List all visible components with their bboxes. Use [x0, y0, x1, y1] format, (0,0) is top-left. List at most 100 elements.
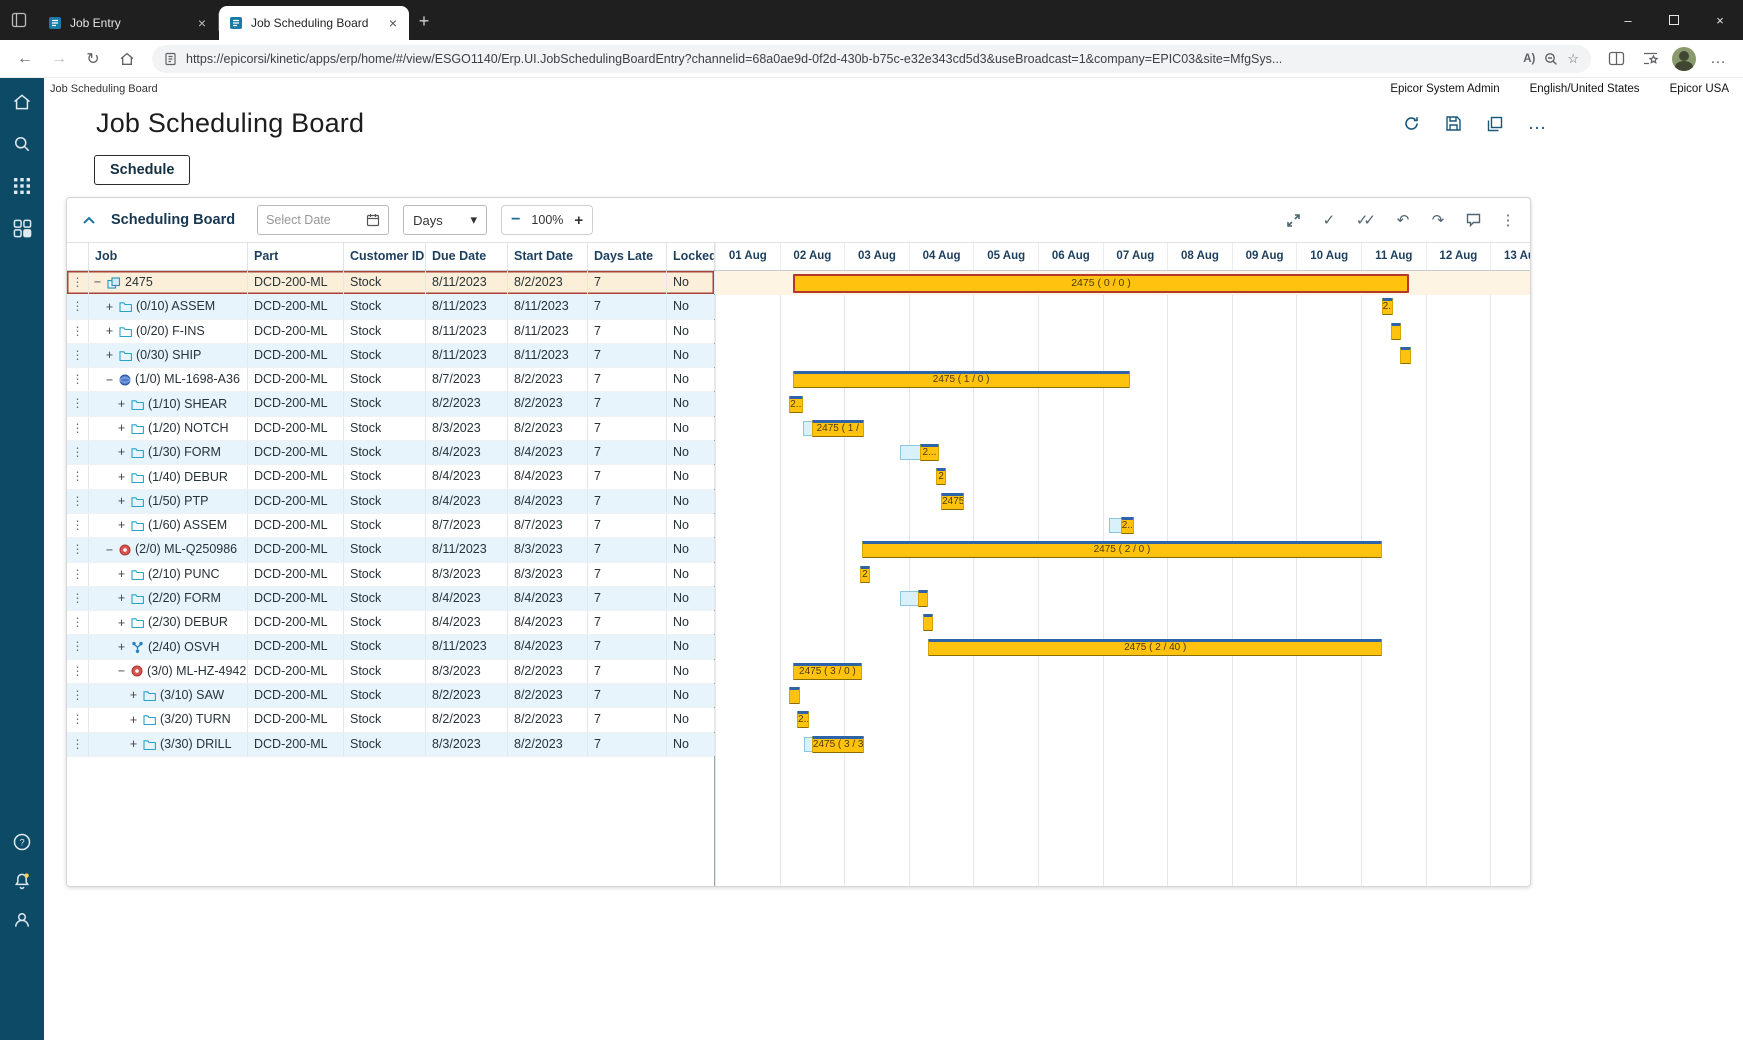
accept-all-changes-icon[interactable]: ✓✓	[1356, 211, 1376, 229]
gantt-bar[interactable]: 2...	[789, 396, 803, 413]
gantt-bar[interactable]	[1391, 323, 1401, 340]
table-row[interactable]: ⋮−(3/0) ML-HZ-4942DCD-200-MLStock8/3/202…	[67, 660, 714, 684]
zoom-out-button[interactable]: −	[511, 211, 520, 229]
expand-toggle[interactable]: +	[104, 301, 115, 314]
row-menu-icon[interactable]: ⋮	[67, 441, 89, 464]
row-menu-icon[interactable]: ⋮	[67, 563, 89, 586]
maximize-button[interactable]	[1651, 0, 1697, 40]
zoom-page-icon[interactable]	[1544, 52, 1558, 66]
browser-tab-job-entry[interactable]: Job Entry ×	[38, 8, 218, 38]
read-aloud-icon[interactable]: A)	[1523, 53, 1535, 65]
overflow-menu-icon[interactable]: …	[1527, 114, 1547, 134]
browser-home-icon[interactable]	[112, 44, 142, 74]
table-row[interactable]: ⋮+(1/10) SHEARDCD-200-MLStock8/2/20238/2…	[67, 392, 714, 416]
expand-toggle[interactable]: +	[104, 325, 115, 338]
gantt-bar[interactable]: 2...	[797, 711, 809, 728]
tab-close-icon[interactable]: ×	[196, 15, 208, 31]
expand-toggle[interactable]: +	[116, 495, 127, 508]
expand-toggle[interactable]: +	[116, 422, 127, 435]
table-row[interactable]: ⋮+(3/20) TURNDCD-200-MLStock8/2/20238/2/…	[67, 708, 714, 732]
col-header-days-late[interactable]: Days Late	[588, 243, 667, 270]
schedule-block[interactable]	[900, 445, 921, 460]
table-row[interactable]: ⋮+(2/30) DEBURDCD-200-MLStock8/4/20238/4…	[67, 611, 714, 635]
gantt-bar[interactable]	[1400, 347, 1412, 364]
back-icon[interactable]: ←	[10, 44, 40, 74]
row-menu-icon[interactable]: ⋮	[67, 320, 89, 343]
col-header-start-date[interactable]: Start Date	[508, 243, 588, 270]
row-menu-icon[interactable]: ⋮	[67, 660, 89, 683]
collapse-toggle[interactable]: −	[104, 544, 115, 557]
expand-toggle[interactable]: +	[116, 641, 127, 654]
select-date-input[interactable]: Select Date	[257, 205, 389, 235]
gantt-bar[interactable]: 2475 ( 2 / 0 )	[862, 541, 1383, 558]
redo-icon[interactable]: ↷	[1430, 211, 1446, 229]
gantt-bar[interactable]: 2475 ( 3 / 30	[812, 736, 864, 753]
tab-close-icon[interactable]: ×	[387, 15, 399, 31]
language-selector[interactable]: English/United States	[1530, 83, 1640, 95]
row-menu-icon[interactable]: ⋮	[67, 611, 89, 634]
expand-toggle[interactable]: +	[116, 617, 127, 630]
table-row[interactable]: ⋮+(1/60) ASSEMDCD-200-MLStock8/7/20238/7…	[67, 514, 714, 538]
table-row[interactable]: ⋮+(1/30) FORMDCD-200-MLStock8/4/20238/4/…	[67, 441, 714, 465]
gantt-bar[interactable]: 2	[860, 566, 870, 583]
favorite-star-icon[interactable]: ☆	[1567, 51, 1579, 67]
col-header-due-date[interactable]: Due Date	[426, 243, 508, 270]
collapse-toggle[interactable]: −	[104, 374, 115, 387]
sidebar-help-icon[interactable]: ?	[10, 830, 34, 854]
expand-toggle[interactable]: +	[116, 519, 127, 532]
forward-icon[interactable]: →	[44, 44, 74, 74]
expand-toggle[interactable]: +	[128, 689, 139, 702]
expand-icon[interactable]	[1286, 211, 1302, 229]
schedule-button[interactable]: Schedule	[94, 155, 190, 185]
gantt-bar[interactable]: 2475 ( 1 /	[812, 420, 864, 437]
panel-overflow-icon[interactable]: ⋮	[1500, 211, 1516, 229]
site-info-icon[interactable]	[164, 52, 177, 66]
layouts-icon[interactable]	[1485, 114, 1505, 134]
row-menu-icon[interactable]: ⋮	[67, 733, 89, 756]
company-selector[interactable]: Epicor USA	[1670, 83, 1729, 95]
col-header-customer-id[interactable]: Customer ID	[344, 243, 426, 270]
gantt-bar[interactable]: 2...	[920, 444, 938, 461]
address-bar[interactable]: https://epicorsi/kinetic/apps/erp/home/#…	[152, 45, 1591, 73]
comment-icon[interactable]	[1465, 211, 1481, 229]
interval-select[interactable]: Days ▾	[403, 205, 487, 235]
refresh-icon[interactable]	[1401, 114, 1421, 134]
tab-actions-button[interactable]	[0, 0, 38, 40]
accept-change-icon[interactable]: ✓	[1321, 211, 1337, 229]
table-row[interactable]: ⋮−2475DCD-200-MLStock8/11/20238/2/20237N…	[67, 271, 714, 295]
gantt-bar[interactable]: 2...	[1382, 298, 1394, 315]
collapse-chevron-icon[interactable]	[81, 211, 97, 229]
expand-toggle[interactable]: +	[116, 568, 127, 581]
gantt-bar[interactable]: 2...	[1121, 517, 1134, 534]
expand-toggle[interactable]: +	[116, 398, 127, 411]
undo-icon[interactable]: ↶	[1395, 211, 1411, 229]
col-header-part[interactable]: Part	[248, 243, 344, 270]
url-text[interactable]: https://epicorsi/kinetic/apps/erp/home/#…	[186, 52, 1514, 66]
expand-toggle[interactable]: +	[128, 738, 139, 751]
row-menu-icon[interactable]: ⋮	[67, 538, 89, 561]
expand-toggle[interactable]: +	[116, 471, 127, 484]
save-icon[interactable]	[1443, 114, 1463, 134]
collapse-toggle[interactable]: −	[116, 665, 127, 678]
expand-toggle[interactable]: +	[116, 592, 127, 605]
table-row[interactable]: ⋮+(3/10) SAWDCD-200-MLStock8/2/20238/2/2…	[67, 684, 714, 708]
sidebar-search-icon[interactable]	[10, 132, 34, 156]
zoom-in-button[interactable]: +	[574, 212, 583, 229]
row-menu-icon[interactable]: ⋮	[67, 344, 89, 367]
gantt-bar[interactable]: 2	[936, 468, 946, 485]
minimize-button[interactable]: –	[1605, 0, 1651, 40]
expand-toggle[interactable]: +	[128, 714, 139, 727]
expand-toggle[interactable]: +	[104, 349, 115, 362]
gantt-bar[interactable]	[789, 687, 799, 704]
row-menu-icon[interactable]: ⋮	[67, 514, 89, 537]
current-user[interactable]: Epicor System Admin	[1390, 83, 1499, 95]
gantt-bar[interactable]: 2475 ( 3 / 0 )	[793, 663, 863, 680]
table-row[interactable]: ⋮+(2/10) PUNCDCD-200-MLStock8/3/20238/3/…	[67, 563, 714, 587]
expand-toggle[interactable]: +	[116, 446, 127, 459]
table-row[interactable]: ⋮−(2/0) ML-Q250986DCD-200-MLStock8/11/20…	[67, 538, 714, 562]
row-menu-icon[interactable]: ⋮	[67, 708, 89, 731]
row-menu-icon[interactable]: ⋮	[67, 465, 89, 488]
row-menu-icon[interactable]: ⋮	[67, 490, 89, 513]
row-menu-icon[interactable]: ⋮	[67, 368, 89, 391]
split-screen-icon[interactable]	[1601, 44, 1631, 74]
